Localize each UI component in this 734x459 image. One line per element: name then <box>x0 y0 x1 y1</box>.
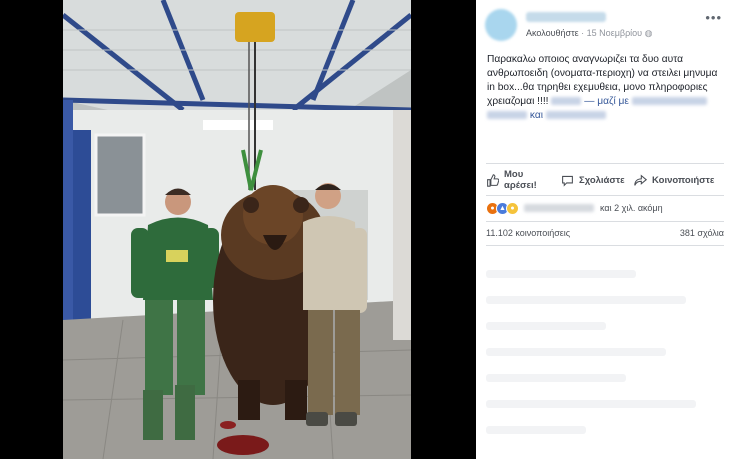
post-stats: 11.102 κοινοποιήσεις 381 σχόλια <box>486 228 724 238</box>
share-button[interactable]: Κοινοποιήστε <box>634 166 714 194</box>
follow-link[interactable]: Ακολουθήστε <box>526 28 579 38</box>
reactions-others: και 2 χιλ. ακόμη <box>600 203 663 213</box>
share-label: Κοινοποιήστε <box>652 174 715 186</box>
comment-button[interactable]: Σχολιάστε <box>561 166 625 194</box>
share-count[interactable]: 11.102 κοινοποιήσεις <box>486 228 570 238</box>
and-label: και <box>529 110 543 121</box>
reactions-row[interactable]: ● ▲ ● και 2 χιλ. ακόμη <box>486 200 663 216</box>
action-bar: Μου αρέσει! Σχολιάστε Κοινοποιήστε <box>476 166 734 194</box>
comment-icon <box>562 175 573 187</box>
tagged-person-1[interactable] <box>631 97 707 106</box>
comment-label: Σχολιάστε <box>579 174 625 186</box>
sad-reaction-icon: ● <box>506 201 519 215</box>
photo-illustration <box>63 0 411 459</box>
divider <box>486 195 724 196</box>
post-date[interactable]: 15 Νοεμβρίου <box>587 28 642 38</box>
more-options-icon[interactable]: ••• <box>705 10 722 25</box>
tagged-person-1b[interactable] <box>487 111 527 120</box>
divider <box>486 163 724 164</box>
post-photo[interactable] <box>63 0 411 459</box>
divider <box>486 221 724 222</box>
tagged-person-2[interactable] <box>545 111 606 120</box>
comments-blurred-area <box>476 248 734 459</box>
like-label-2: αρέσει! <box>504 180 537 191</box>
post-meta: Ακολουθήστε · 15 Νοεμβρίου ◍ <box>526 28 652 39</box>
post-sidebar: Ακολουθήστε · 15 Νοεμβρίου ◍ ••• Παρακαλ… <box>476 0 734 459</box>
divider <box>486 245 724 246</box>
globe-icon: ◍ <box>644 28 653 38</box>
post-header: Ακολουθήστε · 15 Νοεμβρίου ◍ ••• <box>476 0 734 44</box>
with-label: — μαζί με <box>584 96 629 107</box>
thumbs-up-icon <box>487 173 499 187</box>
avatar[interactable] <box>485 9 517 41</box>
photo-viewer <box>0 0 476 459</box>
like-button[interactable]: Μου αρέσει! <box>486 166 537 194</box>
reactor-names-redacted <box>524 204 594 212</box>
blurred-comments-illustration <box>486 270 696 434</box>
tagged-blur-1 <box>551 97 582 106</box>
author-name-redacted[interactable] <box>526 12 606 22</box>
share-icon <box>634 173 647 186</box>
comment-count[interactable]: 381 σχόλια <box>680 228 724 238</box>
post-text: Παρακαλω οποιος αναγνωριζει τα δυο αυτα … <box>487 53 727 123</box>
like-label-1: Μου <box>504 169 524 180</box>
